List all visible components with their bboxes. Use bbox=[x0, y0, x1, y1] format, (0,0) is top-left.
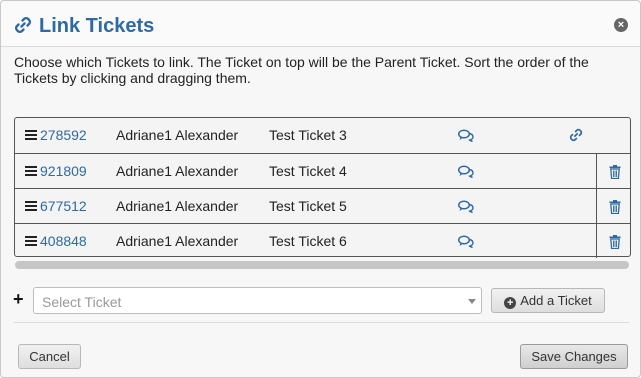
add-ticket-label: Add a Ticket bbox=[520, 293, 592, 308]
cancel-button[interactable]: Cancel bbox=[18, 344, 81, 369]
plus-circle-icon: + bbox=[504, 297, 517, 309]
instructions-text: Choose which Tickets to link. The Ticket… bbox=[14, 54, 589, 86]
horizontal-scrollbar[interactable] bbox=[15, 261, 629, 269]
table-row[interactable]: 278592 Adriane1 Alexander Test Ticket 3 bbox=[15, 118, 630, 153]
ticket-name: Test Ticket 4 bbox=[269, 163, 347, 179]
dialog-title: Link Tickets bbox=[39, 15, 155, 37]
select-ticket-dropdown[interactable]: Select Ticket bbox=[33, 287, 482, 314]
drag-handle-icon[interactable] bbox=[25, 130, 37, 140]
plus-icon: + bbox=[13, 289, 24, 309]
ticket-name: Test Ticket 3 bbox=[269, 127, 347, 143]
comments-icon[interactable] bbox=[458, 129, 474, 142]
trash-icon[interactable] bbox=[609, 235, 621, 249]
link-icon[interactable] bbox=[569, 128, 583, 142]
chevron-down-icon bbox=[468, 299, 476, 304]
comments-icon[interactable] bbox=[458, 235, 474, 248]
remove-cell bbox=[596, 189, 631, 223]
ticket-id-link[interactable]: 677512 bbox=[40, 198, 87, 214]
comments-icon[interactable] bbox=[458, 165, 474, 178]
ticket-id-link[interactable]: 278592 bbox=[40, 127, 87, 143]
ticket-owner: Adriane1 Alexander bbox=[116, 233, 239, 249]
remove-cell bbox=[596, 224, 631, 258]
ticket-id-link[interactable]: 921809 bbox=[40, 163, 87, 179]
drag-handle-icon[interactable] bbox=[25, 236, 37, 246]
table-row[interactable]: 677512 Adriane1 Alexander Test Ticket 5 bbox=[15, 188, 630, 223]
divider bbox=[14, 322, 629, 323]
add-ticket-button[interactable]: + Add a Ticket bbox=[491, 288, 605, 313]
close-icon[interactable]: × bbox=[614, 18, 628, 32]
comments-icon[interactable] bbox=[458, 200, 474, 213]
save-changes-button[interactable]: Save Changes bbox=[520, 344, 628, 369]
dialog-header: Link Tickets × bbox=[1, 1, 640, 47]
trash-icon[interactable] bbox=[609, 165, 621, 179]
linked-tickets-table: 278592 Adriane1 Alexander Test Ticket 3 … bbox=[14, 117, 631, 258]
drag-handle-icon[interactable] bbox=[25, 201, 37, 211]
ticket-id-link[interactable]: 408848 bbox=[40, 233, 87, 249]
link-icon bbox=[14, 16, 32, 34]
ticket-owner: Adriane1 Alexander bbox=[116, 198, 239, 214]
select-placeholder: Select Ticket bbox=[42, 294, 122, 310]
ticket-name: Test Ticket 5 bbox=[269, 198, 347, 214]
drag-handle-icon[interactable] bbox=[25, 166, 37, 176]
ticket-owner: Adriane1 Alexander bbox=[116, 163, 239, 179]
link-tickets-dialog: Link Tickets × Choose which Tickets to l… bbox=[0, 0, 641, 378]
ticket-owner: Adriane1 Alexander bbox=[116, 127, 239, 143]
trash-icon[interactable] bbox=[609, 200, 621, 214]
ticket-name: Test Ticket 6 bbox=[269, 233, 347, 249]
table-row[interactable]: 921809 Adriane1 Alexander Test Ticket 4 bbox=[15, 153, 630, 188]
table-row[interactable]: 408848 Adriane1 Alexander Test Ticket 6 bbox=[15, 223, 630, 258]
remove-cell bbox=[596, 154, 631, 188]
